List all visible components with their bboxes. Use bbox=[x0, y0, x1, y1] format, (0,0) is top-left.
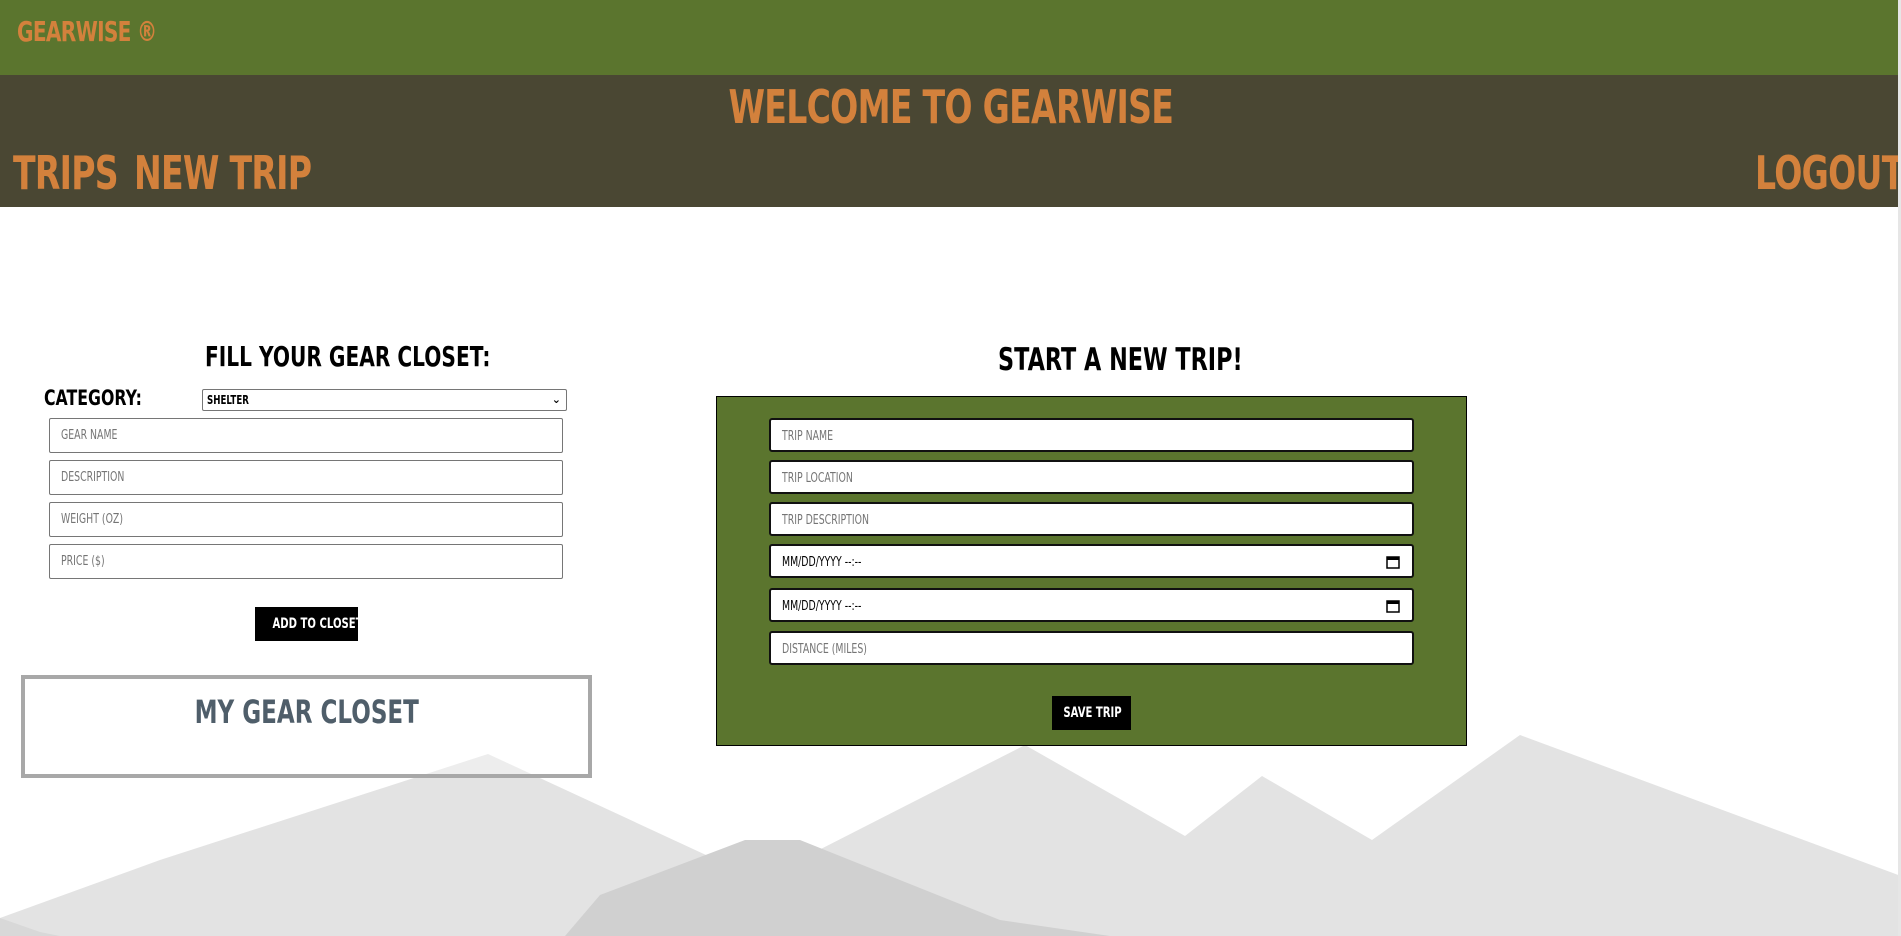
gear-form-heading: FILL YOUR GEAR CLOSET: bbox=[205, 340, 491, 373]
trip-location-input[interactable]: TRIP LOCATION bbox=[769, 460, 1414, 494]
trip-form-heading: START A NEW TRIP! bbox=[998, 342, 1243, 378]
nav-trips-link[interactable]: TRIPS bbox=[13, 146, 119, 200]
trip-distance-input[interactable]: DISTANCE (MILES) bbox=[769, 631, 1414, 665]
trip-end-date-input[interactable]: MM/DD/YYYY --:-- bbox=[769, 588, 1414, 622]
brand-logo[interactable]: GEARWISE ® bbox=[17, 15, 157, 48]
welcome-title: WELCOME TO GEARWISE bbox=[0, 80, 1901, 134]
save-trip-button[interactable]: SAVE TRIP bbox=[1052, 696, 1131, 730]
gear-name-placeholder: GEAR NAME bbox=[61, 428, 118, 443]
chevron-down-icon: ⌄ bbox=[551, 393, 561, 406]
gear-price-placeholder: PRICE ($) bbox=[61, 554, 105, 569]
add-to-closet-button[interactable]: ADD TO CLOSET bbox=[255, 607, 363, 641]
welcome-title-text: WELCOME TO GEARWISE bbox=[728, 80, 1173, 134]
gear-description-placeholder: DESCRIPTION bbox=[61, 470, 125, 485]
add-to-closet-label: ADD TO CLOSET bbox=[272, 616, 363, 632]
gear-price-input[interactable]: PRICE ($) bbox=[49, 544, 563, 579]
trip-description-input[interactable]: TRIP DESCRIPTION bbox=[769, 502, 1414, 536]
top-bar bbox=[0, 0, 1901, 75]
trip-name-input[interactable]: TRIP NAME bbox=[769, 418, 1414, 452]
gear-name-input[interactable]: GEAR NAME bbox=[49, 418, 563, 453]
save-trip-label: SAVE TRIP bbox=[1063, 705, 1122, 721]
trip-name-placeholder: TRIP NAME bbox=[782, 429, 833, 444]
nav-new-trip-link[interactable]: NEW TRIP bbox=[134, 146, 312, 200]
gear-closet-panel: MY GEAR CLOSET bbox=[21, 675, 592, 778]
trip-end-date-placeholder: MM/DD/YYYY --:-- bbox=[782, 599, 862, 614]
nav-logout-link[interactable]: LOGOUT bbox=[1755, 146, 1901, 200]
trip-location-placeholder: TRIP LOCATION bbox=[782, 471, 853, 486]
category-label: CATEGORY: bbox=[44, 386, 142, 410]
gear-weight-input[interactable]: WEIGHT (OZ) bbox=[49, 502, 563, 537]
gear-description-input[interactable]: DESCRIPTION bbox=[49, 460, 563, 495]
trip-start-date-placeholder: MM/DD/YYYY --:-- bbox=[782, 555, 862, 570]
calendar-icon[interactable] bbox=[1386, 546, 1400, 582]
gear-closet-title[interactable]: MY GEAR CLOSET bbox=[25, 693, 588, 731]
gear-closet-title-text: MY GEAR CLOSET bbox=[194, 693, 419, 731]
trip-start-date-input[interactable]: MM/DD/YYYY --:-- bbox=[769, 544, 1414, 578]
trip-description-placeholder: TRIP DESCRIPTION bbox=[782, 513, 869, 528]
trip-distance-placeholder: DISTANCE (MILES) bbox=[782, 642, 867, 657]
gear-weight-placeholder: WEIGHT (OZ) bbox=[61, 512, 123, 527]
category-select-value: SHELTER bbox=[207, 393, 249, 407]
category-select[interactable]: SHELTER ⌄ bbox=[202, 389, 567, 411]
calendar-icon[interactable] bbox=[1386, 590, 1400, 626]
